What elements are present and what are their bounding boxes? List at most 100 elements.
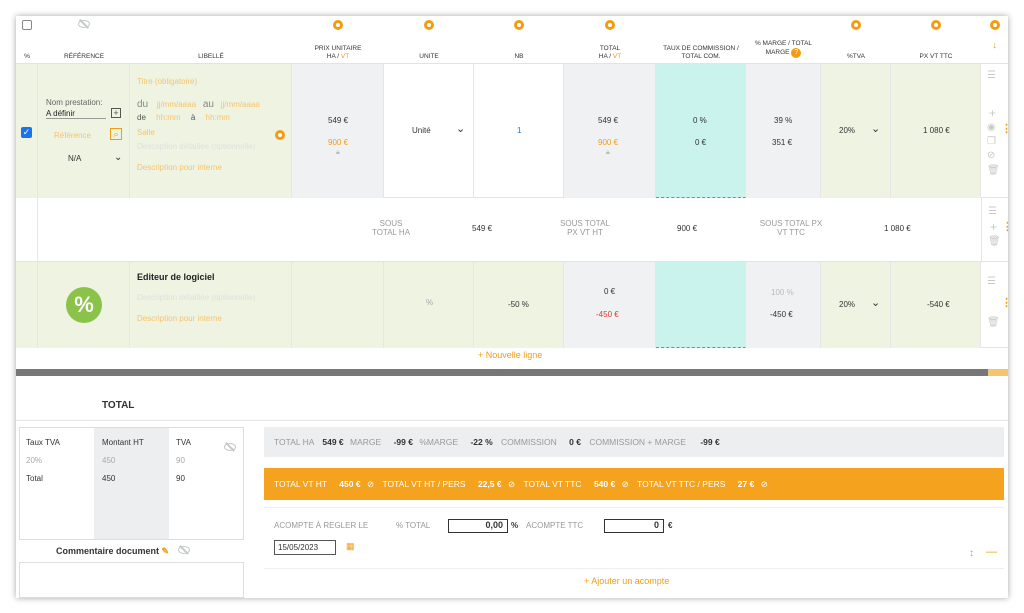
tva-cell: 20% ⌄: [821, 64, 891, 198]
drag-handle-icon[interactable]: ☰: [988, 206, 997, 217]
commission-pct-input[interactable]: 0 %: [693, 116, 707, 125]
description-interne-input[interactable]: Description pour interne: [137, 163, 222, 172]
eye-off-icon[interactable]: ⊘: [508, 479, 515, 489]
table-header: % RÉFÉRENCE LIBELLÉ PRIX UNITAIRE HA / VT…: [16, 16, 1008, 64]
commission-cell: 0 % 0 €: [656, 64, 746, 198]
help-icon[interactable]: ?: [791, 48, 802, 58]
eye-off-icon[interactable]: ⊘: [367, 479, 374, 489]
commentaire-label: Commentaire document ✎: [56, 546, 190, 557]
prix-vt-input[interactable]: 900 €: [328, 138, 348, 147]
eye-icon[interactable]: [989, 20, 1000, 32]
pencil-icon[interactable]: ✎: [162, 546, 170, 556]
trash-icon[interactable]: 🗑︎: [987, 165, 1000, 176]
chevron-down-icon[interactable]: ⌄: [871, 296, 880, 309]
totals-summary-bar: TOTAL HA 549 € MARGE -99 € %MARGE -22 % …: [264, 427, 1004, 457]
eye-icon[interactable]: [931, 20, 941, 32]
disable-icon[interactable]: ⊘: [987, 150, 995, 161]
horizontal-scrollbar[interactable]: [16, 369, 1008, 376]
add-acompte-button[interactable]: + Ajouter un acompte: [584, 576, 669, 586]
lock-icon[interactable]: 🔒︎: [606, 149, 610, 157]
acompte-section: ACOMPTE À REGLER LE % TOTAL 0,00 % ACOMP…: [264, 507, 1004, 569]
sort-arrow-icon[interactable]: ↓: [981, 41, 1008, 51]
trash-icon[interactable]: 🗑︎: [988, 236, 1001, 247]
eye-off-icon[interactable]: ⊘: [761, 479, 768, 489]
discount-input[interactable]: -50 %: [508, 300, 529, 309]
date-input[interactable]: 15/05/2023: [274, 540, 336, 555]
marge-cell: 39 % 351 €: [746, 64, 821, 198]
chevron-down-icon[interactable]: ⌄: [871, 122, 880, 135]
tva-select[interactable]: 20%: [839, 300, 855, 309]
more-icon[interactable]: ⋮: [1001, 296, 1008, 309]
reference-cell: Nom prestation: A définir + Référence ⌕ …: [38, 64, 130, 198]
eye-icon[interactable]: [605, 20, 615, 32]
row2-title[interactable]: Editeur de logiciel: [137, 272, 215, 282]
date-end-input[interactable]: jj/mm/aaaa: [221, 100, 260, 109]
chevron-down-icon[interactable]: ⌄: [114, 152, 122, 163]
description-interne-input[interactable]: Description pour interne: [137, 314, 222, 323]
discount-icon: %: [66, 287, 102, 323]
salle-input[interactable]: Salle: [137, 128, 155, 137]
header-unite: UNITE: [384, 16, 474, 64]
eye-off-icon[interactable]: ⊘: [622, 479, 629, 489]
visibility-icon[interactable]: ◉: [987, 122, 996, 133]
titre-input[interactable]: Titre (obligatoire): [137, 77, 197, 86]
add-icon[interactable]: +: [990, 220, 997, 234]
add-icon[interactable]: +: [989, 106, 996, 120]
row-checkbox[interactable]: ✓: [21, 127, 32, 138]
date-start-input[interactable]: jj/mm/aaaa: [157, 100, 196, 109]
eye-icon[interactable]: [275, 127, 285, 145]
description-input[interactable]: Description détaillée (optionnelle): [137, 142, 255, 151]
add-line-button[interactable]: + Nouvelle ligne: [478, 350, 542, 360]
acompte-ttc-input[interactable]: 0: [604, 519, 664, 533]
time-start-input[interactable]: hh:mm: [156, 113, 180, 122]
eye-icon[interactable]: [851, 20, 861, 32]
eye-icon[interactable]: [514, 20, 524, 32]
libelle-cell: Titre (obligatoire) du jj/mm/aaaa au jj/…: [130, 64, 292, 198]
nb-input[interactable]: 1: [517, 126, 521, 135]
time-end-input[interactable]: hh:mm: [206, 113, 230, 122]
header-prix: PRIX UNITAIRE HA / VT: [292, 16, 384, 64]
more-icon[interactable]: ⋮: [1001, 122, 1008, 135]
resize-icon[interactable]: ↕: [969, 548, 974, 559]
document-editor: % RÉFÉRENCE LIBELLÉ PRIX UNITAIRE HA / VT…: [16, 16, 1008, 598]
eye-off-icon[interactable]: [177, 546, 190, 556]
eye-off-icon[interactable]: [224, 438, 236, 456]
nom-prestation-input[interactable]: A définir: [46, 109, 106, 119]
drag-handle-icon[interactable]: ☰: [987, 276, 996, 287]
na-select[interactable]: N/A: [68, 154, 81, 163]
header-tva: %TVA: [821, 16, 891, 64]
header-total: TOTAL HA / VT: [564, 16, 656, 64]
unite-select[interactable]: Unité: [412, 126, 431, 135]
scrollbar-thumb[interactable]: [988, 369, 1008, 376]
trash-icon[interactable]: 🗑︎: [987, 317, 1000, 328]
row-actions: ☰ + ◉ ❐ ⊘ 🗑︎ ⋮: [981, 64, 1008, 198]
eye-icon[interactable]: [424, 20, 434, 32]
header-pct: %: [24, 53, 30, 60]
lock-icon[interactable]: 🔒︎: [336, 149, 340, 157]
header-nb: NB: [474, 16, 564, 64]
more-icon[interactable]: ⋮: [1002, 220, 1008, 233]
chevron-down-icon[interactable]: ⌄: [456, 122, 465, 135]
pxvt-cell: 1 080 €: [891, 64, 981, 198]
pct-total-input[interactable]: 0,00: [448, 519, 508, 533]
eye-icon[interactable]: [333, 20, 343, 32]
remove-icon[interactable]: —: [986, 546, 997, 558]
prix-ha-input[interactable]: 549 €: [328, 116, 348, 125]
tva-select[interactable]: 20%: [839, 126, 855, 135]
drag-handle-icon[interactable]: ☰: [987, 70, 996, 81]
add-icon[interactable]: +: [111, 108, 121, 118]
commentaire-textarea[interactable]: [19, 562, 244, 598]
prix-cell: 549 € 900 € 🔒︎: [292, 64, 384, 198]
calendar-icon[interactable]: ▦: [346, 541, 355, 552]
header-select: %: [16, 16, 38, 64]
eye-off-icon[interactable]: [78, 20, 90, 30]
copy-icon[interactable]: ❐: [987, 136, 996, 147]
reference-input[interactable]: Référence: [54, 131, 91, 140]
subtotal-row: SOUS TOTAL HA 549 € SOUS TOTAL PX VT HT 90…: [16, 198, 1008, 262]
table-row: % Editeur de logiciel Description détail…: [16, 262, 1008, 348]
description-input[interactable]: Description détaillée (optionnelle): [137, 293, 255, 302]
unite-cell: Unité ⌄: [384, 64, 474, 198]
search-icon[interactable]: ⌕: [110, 128, 122, 140]
select-all-checkbox[interactable]: [22, 20, 32, 30]
header-actions: ↓: [981, 16, 1008, 64]
